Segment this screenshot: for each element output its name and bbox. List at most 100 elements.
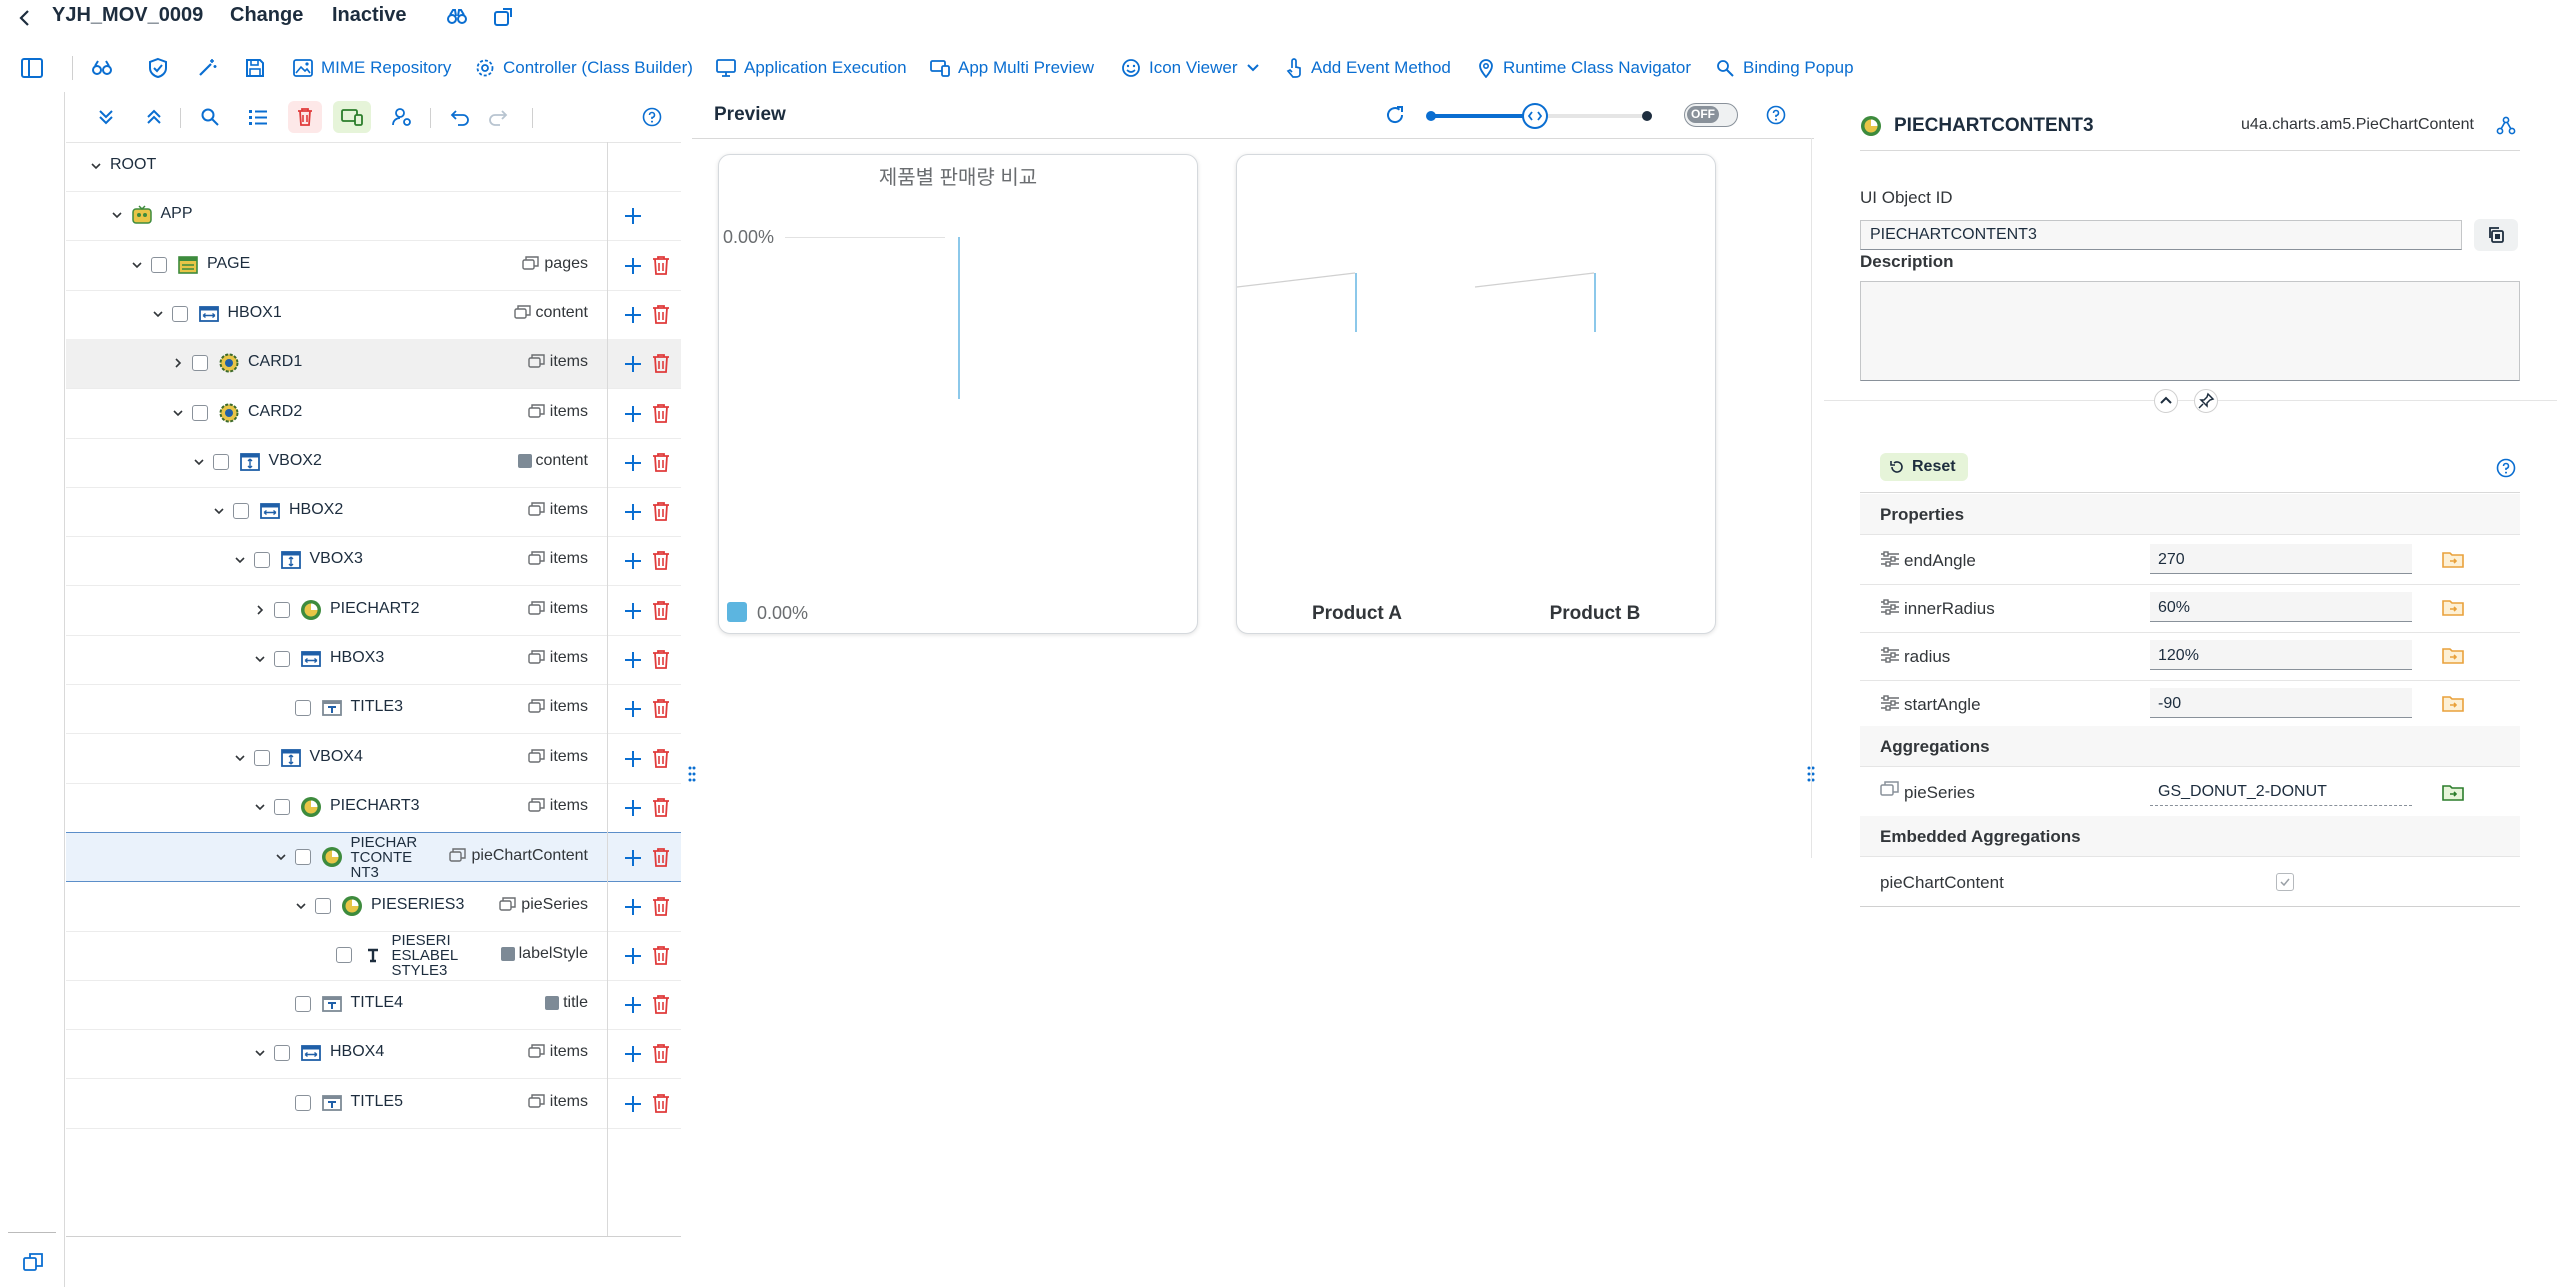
toolbar-mime-repository[interactable]: MIME Repository [293, 54, 451, 82]
preview-toggle[interactable]: OFF [1684, 103, 1738, 127]
row-checkbox[interactable] [192, 405, 208, 421]
row-checkbox[interactable] [315, 898, 331, 914]
row-checkbox[interactable] [274, 651, 290, 667]
folder-icon[interactable] [2442, 645, 2464, 665]
chevron-right-icon[interactable] [170, 355, 186, 371]
delete-node-icon[interactable] [650, 352, 672, 374]
collapse-all-icon[interactable] [140, 103, 168, 131]
list-icon[interactable] [244, 103, 272, 131]
row-checkbox[interactable] [335, 947, 352, 963]
zoom-slider[interactable] [1426, 103, 1652, 129]
tree-row[interactable]: VBOX3 items [66, 536, 681, 586]
tree-row[interactable]: VBOX2 content [66, 438, 681, 488]
chevron-down-icon[interactable] [273, 849, 289, 865]
magic-wand-icon[interactable] [193, 54, 221, 82]
tree-row[interactable]: ROOT [66, 142, 681, 192]
toolbar-runtime-class-navigator[interactable]: Runtime Class Navigator [1477, 54, 1691, 82]
chevron-down-icon[interactable] [252, 651, 268, 667]
expand-all-icon[interactable] [92, 103, 120, 131]
add-child-icon[interactable] [622, 649, 644, 671]
property-value-input[interactable]: -90 [2150, 688, 2412, 718]
ui-object-id-field[interactable]: PIECHARTCONTENT3 [1860, 220, 2462, 250]
toolbar-add-event-method[interactable]: Add Event Method [1285, 54, 1451, 82]
delete-node-icon[interactable] [650, 254, 672, 276]
row-checkbox[interactable] [294, 996, 311, 1012]
toolbar-controller[interactable]: Controller (Class Builder) [475, 54, 693, 82]
tree-row[interactable]: HBOX2 items [66, 487, 681, 537]
chevron-down-icon[interactable] [88, 158, 104, 174]
tree-row[interactable]: PIECHART2 items [66, 586, 681, 636]
user-settings-icon[interactable] [388, 103, 416, 131]
tree-row[interactable]: APP [66, 191, 681, 241]
add-child-icon[interactable] [622, 994, 644, 1016]
delete-node-icon[interactable] [650, 648, 672, 670]
preview-help-icon[interactable] [1766, 105, 1786, 125]
delete-node-icon[interactable] [650, 697, 672, 719]
chevron-down-icon[interactable] [170, 405, 186, 421]
add-child-icon[interactable] [622, 353, 644, 375]
row-checkbox[interactable] [274, 1045, 290, 1061]
row-checkbox[interactable] [171, 306, 188, 322]
chevron-down-icon[interactable] [252, 1045, 268, 1061]
pin-header-button[interactable] [2194, 389, 2218, 413]
delete-node-icon[interactable] [650, 747, 672, 769]
add-child-icon[interactable] [622, 1093, 644, 1115]
collapse-header-button[interactable] [2154, 389, 2178, 413]
property-help-icon[interactable] [2496, 458, 2516, 478]
tree-row[interactable]: HBOX4 items [66, 1029, 681, 1079]
add-child-icon[interactable] [622, 550, 644, 572]
folder-icon[interactable] [2442, 693, 2464, 713]
zoom-slider-handle[interactable] [1522, 103, 1548, 129]
left-splitter-handle[interactable] [687, 764, 697, 788]
share-icon[interactable] [492, 6, 514, 28]
description-field[interactable] [1860, 281, 2520, 381]
row-checkbox[interactable] [294, 700, 311, 716]
chevron-right-icon[interactable] [252, 602, 268, 618]
delete-node-icon[interactable] [650, 599, 672, 621]
tree-row[interactable]: PIECHART3 items [66, 783, 681, 833]
delete-node-icon[interactable] [650, 1092, 672, 1114]
tree-row[interactable]: HBOX3 items [66, 635, 681, 685]
window-switch-icon[interactable] [22, 1252, 44, 1272]
device-preview-icon[interactable] [333, 101, 371, 133]
property-value-input[interactable]: 270 [2150, 544, 2412, 574]
row-checkbox[interactable] [274, 799, 290, 815]
chevron-down-icon[interactable] [211, 503, 227, 519]
row-checkbox[interactable] [253, 552, 270, 568]
chevron-down-icon[interactable] [129, 257, 145, 273]
toolbar-icon-viewer[interactable]: Icon Viewer [1121, 54, 1260, 82]
row-checkbox[interactable] [274, 602, 290, 618]
tree-row[interactable]: HBOX1 content [66, 290, 681, 340]
add-child-icon[interactable] [622, 797, 644, 819]
row-checkbox[interactable] [233, 503, 249, 519]
delete-node-icon[interactable] [650, 895, 672, 917]
chevron-down-icon[interactable] [232, 552, 248, 568]
back-icon[interactable] [18, 8, 32, 28]
add-child-icon[interactable] [622, 1043, 644, 1065]
tree-row[interactable]: PAGE pages [66, 241, 681, 291]
toolbar-app-multi-preview[interactable]: App Multi Preview [930, 54, 1094, 82]
delete-node-icon[interactable] [650, 796, 672, 818]
row-checkbox[interactable] [151, 257, 167, 273]
tree-row[interactable]: PIECHARTCONTENT3 pieChartContent [66, 832, 681, 882]
add-child-icon[interactable] [622, 304, 644, 326]
add-child-icon[interactable] [622, 501, 644, 523]
add-child-icon[interactable] [622, 748, 644, 770]
delete-selected-icon[interactable] [288, 101, 322, 133]
tree-row[interactable]: CARD1 items [66, 339, 681, 389]
bound-folder-icon[interactable] [2442, 782, 2464, 802]
aggregation-value[interactable]: GS_DONUT_2-DONUT [2150, 776, 2412, 806]
add-child-icon[interactable] [622, 945, 644, 967]
chevron-down-icon[interactable] [293, 898, 309, 914]
row-checkbox[interactable] [294, 1095, 311, 1111]
folder-icon[interactable] [2442, 597, 2464, 617]
delete-node-icon[interactable] [650, 303, 672, 325]
sidebar-toggle-icon[interactable] [18, 54, 46, 82]
delete-node-icon[interactable] [650, 402, 672, 424]
delete-node-icon[interactable] [650, 993, 672, 1015]
binoculars-icon[interactable] [446, 6, 468, 28]
folder-icon[interactable] [2442, 549, 2464, 569]
undo-icon[interactable] [446, 103, 474, 131]
tree-row[interactable]: CARD2 items [66, 389, 681, 439]
reset-button[interactable]: Reset [1880, 453, 1968, 481]
